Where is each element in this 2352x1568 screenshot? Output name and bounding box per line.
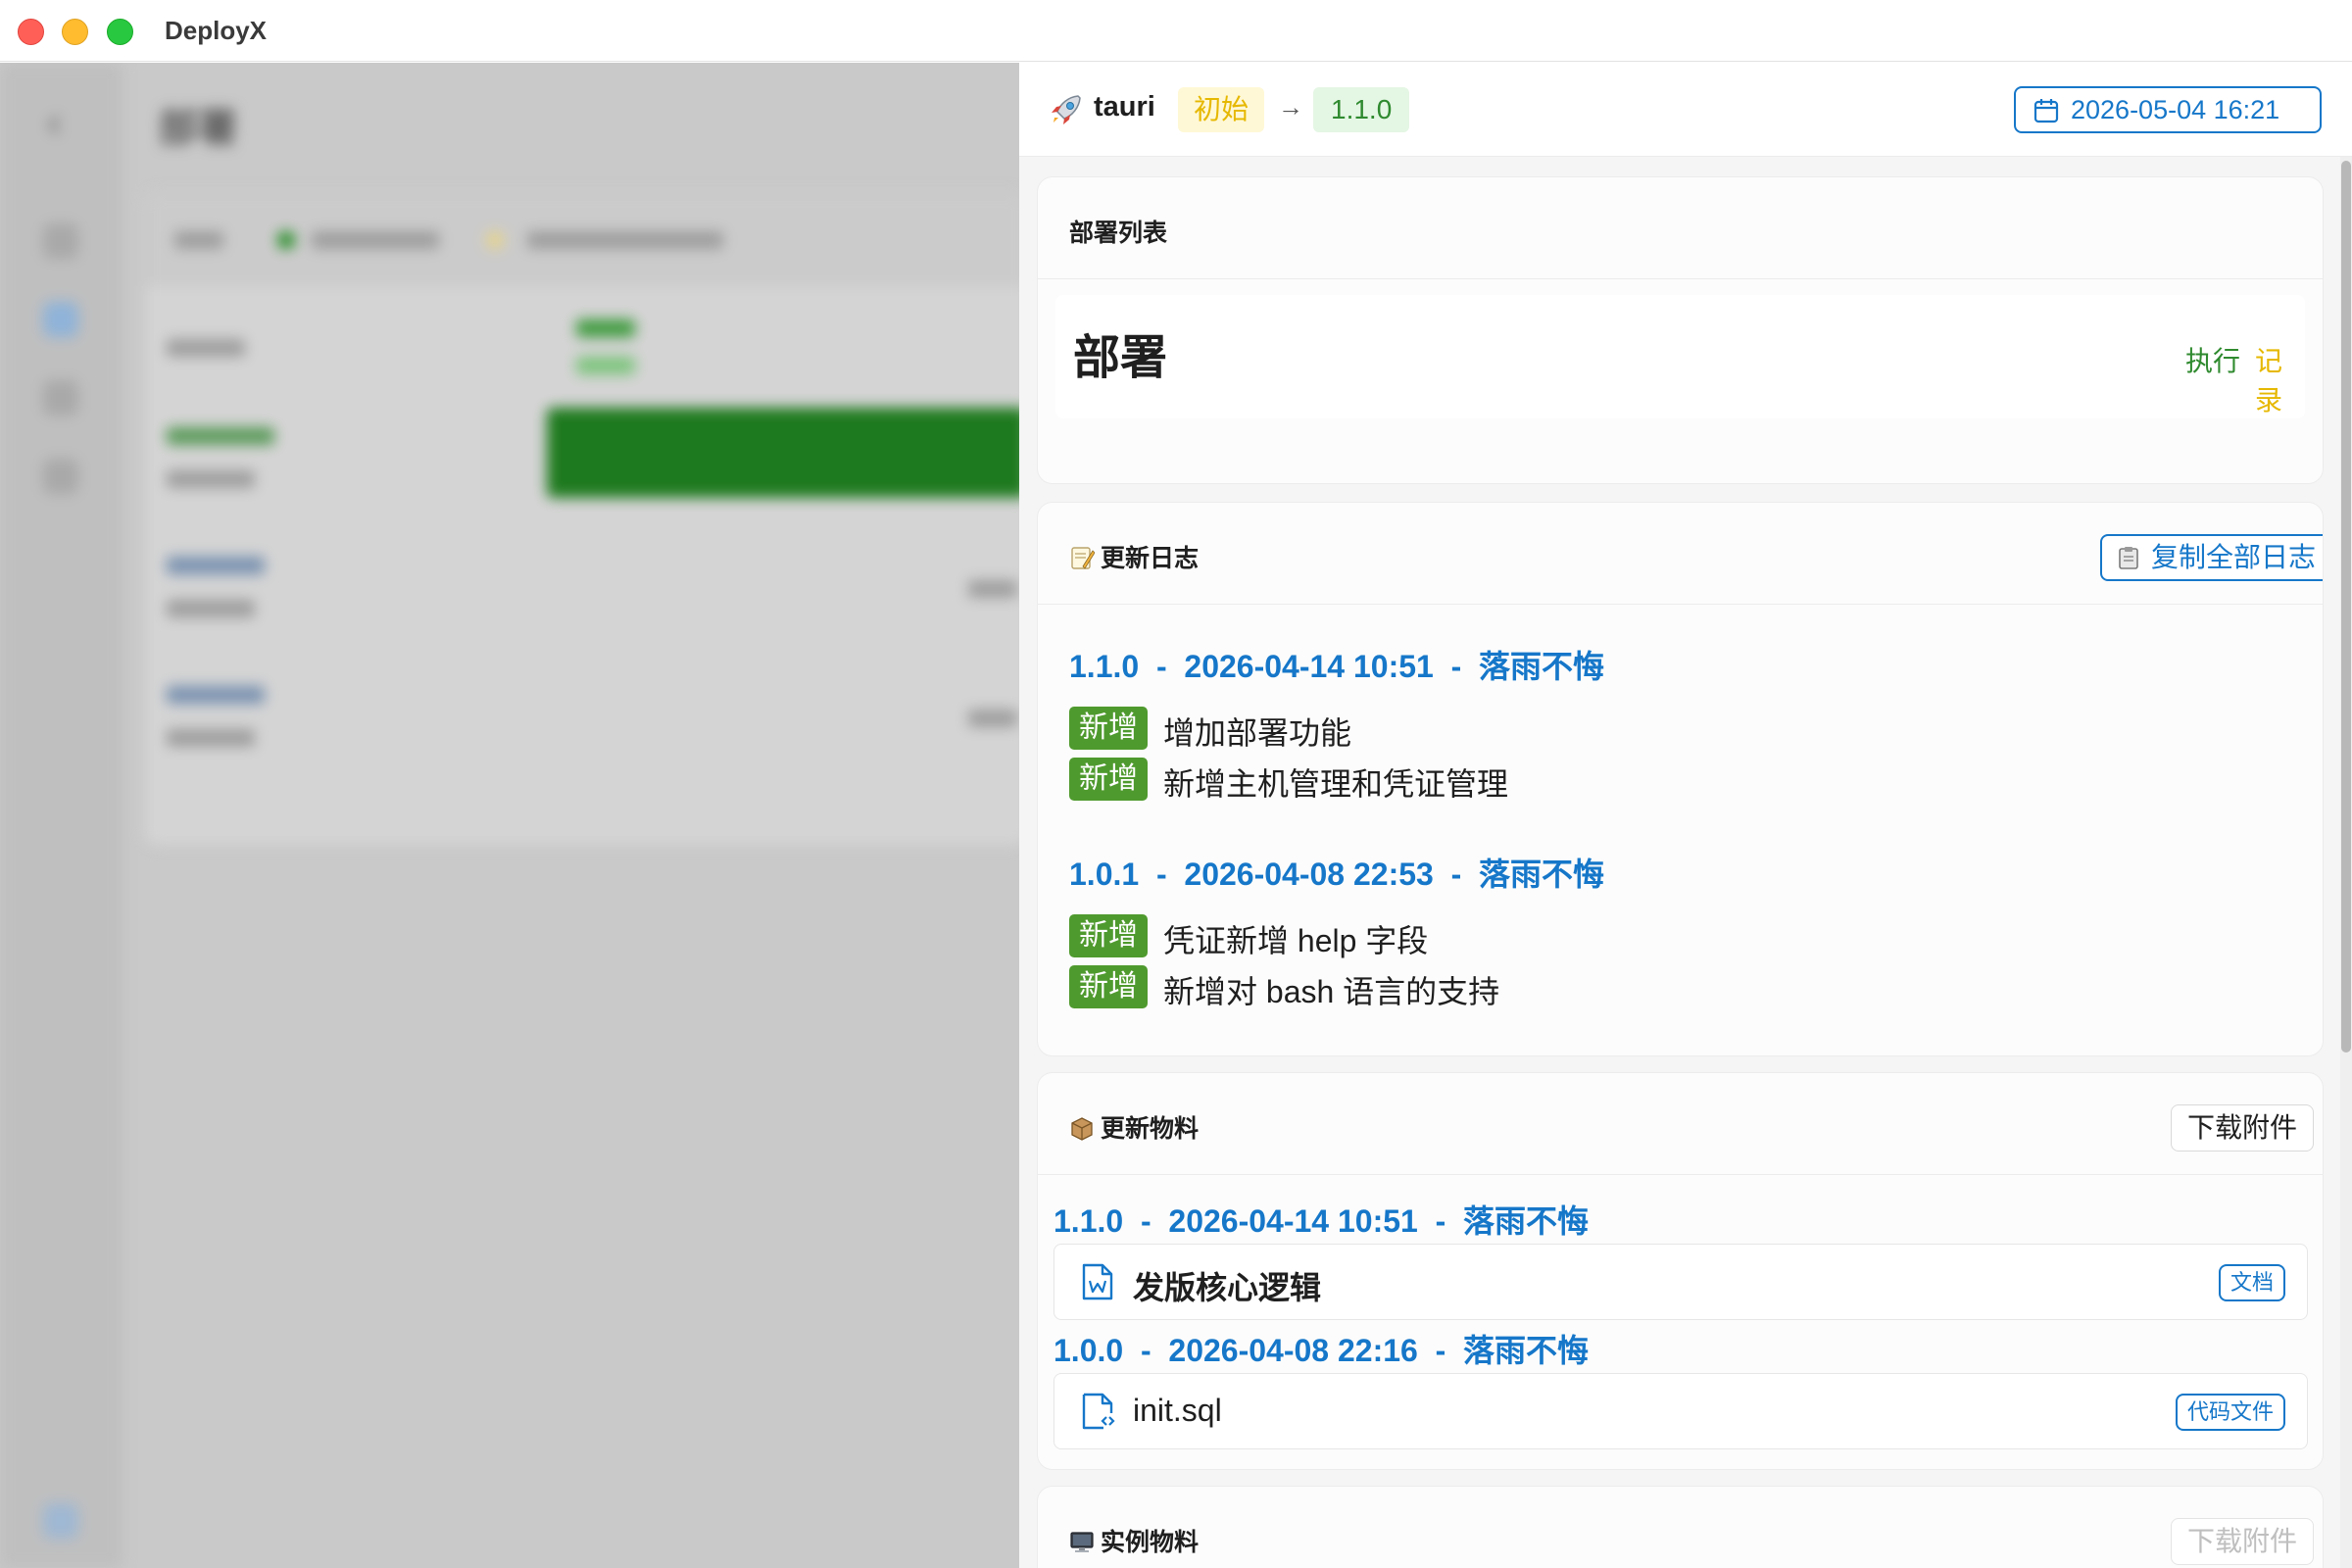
- from-version-tag: 初始: [1178, 87, 1265, 132]
- card-header: 部署列表: [1038, 177, 2323, 279]
- file-type-tag: 文档: [2219, 1264, 2286, 1301]
- material-file-name: 发版核心逻辑: [1133, 1270, 1322, 1305]
- bg-status-dot: [277, 231, 295, 249]
- changelog-entry-text: 凭证新增 help 字段: [1163, 923, 1429, 958]
- card-header: 更新物料 下载附件: [1038, 1073, 2323, 1175]
- card-title: 更新日志: [1069, 539, 1199, 574]
- bg-text-line: [968, 580, 1017, 598]
- changelog-card: 更新日志 复制全部日志 1.1.0 - 2026-04-14 10:51 - 落…: [1037, 502, 2324, 1056]
- background-card: [145, 192, 1019, 845]
- back-icon: ‹: [47, 98, 62, 146]
- scrollbar-thumb[interactable]: [2341, 161, 2351, 1053]
- bg-text-line: [527, 231, 723, 249]
- new-badge: 新增: [1069, 914, 1148, 957]
- deploy-heading: 部署: [1073, 332, 1168, 384]
- bg-text-line: [167, 686, 265, 704]
- to-version-tag: 1.1.0: [1313, 87, 1410, 132]
- execute-link[interactable]: 执行: [2185, 340, 2240, 379]
- material-version-header: 1.1.0 - 2026-04-14 10:51 - 落雨不悔: [1054, 1203, 1590, 1239]
- calendar-icon: [2034, 99, 2059, 123]
- app-title: DeployX: [165, 16, 268, 45]
- instance-materials-card: 实例物料 下载附件: [1037, 1486, 2324, 1568]
- changelog-entry-text: 新增主机管理和凭证管理: [1163, 766, 1509, 802]
- release-drawer: tauri 初始 → 1.1.0 2026-05-04 16:21 部署列表 部…: [1019, 63, 2352, 1568]
- memo-icon: [1071, 547, 1095, 569]
- branch-icon: [43, 380, 78, 416]
- copy-all-logs-button[interactable]: 复制全部日志: [2100, 534, 2323, 581]
- bg-progress-bar: [547, 408, 1019, 498]
- background-blur: ‹ 部署: [0, 63, 1019, 1568]
- rocket-icon: [1052, 95, 1081, 124]
- update-materials-card: 更新物料 下载附件 1.1.0 - 2026-04-14 10:51 - 落雨不…: [1037, 1072, 2324, 1470]
- changelog-entry-text: 新增对 bash 语言的支持: [1163, 974, 1500, 1009]
- card-title: 部署列表: [1069, 220, 1168, 247]
- bg-text-line: [167, 339, 245, 357]
- title-bar: DeployX: [0, 0, 2352, 62]
- word-doc-icon: [1082, 1263, 1113, 1300]
- card-header: 更新日志 复制全部日志: [1038, 503, 2323, 605]
- date-button[interactable]: 2026-05-04 16:21: [2014, 86, 2322, 133]
- date-label: 2026-05-04 16:21: [2071, 95, 2280, 124]
- deploy-icon: [43, 302, 78, 337]
- code-file-icon: [1082, 1393, 1115, 1430]
- project-name: tauri: [1094, 91, 1155, 122]
- bg-text-line: [167, 729, 255, 747]
- drawer-header: tauri 初始 → 1.1.0 2026-05-04 16:21: [1019, 63, 2352, 157]
- minimize-window-button[interactable]: [62, 19, 88, 45]
- changelog-version-header: 1.0.1 - 2026-04-08 22:53 - 落雨不悔: [1069, 857, 1605, 892]
- material-file-row[interactable]: init.sql 代码文件: [1054, 1373, 2308, 1449]
- deploy-list-card: 部署列表 部署 执行 记录: [1037, 176, 2324, 484]
- new-badge: 新增: [1069, 707, 1148, 750]
- background-sidebar: [0, 63, 122, 1568]
- new-badge: 新增: [1069, 758, 1148, 801]
- card-title-text: 更新物料: [1101, 1115, 1200, 1143]
- material-file-row[interactable]: 发版核心逻辑 文档: [1054, 1244, 2308, 1320]
- changelog-entry-text: 增加部署功能: [1163, 715, 1352, 751]
- download-attachments-button-disabled[interactable]: 下载附件: [2171, 1518, 2315, 1565]
- file-type-tag: 代码文件: [2176, 1394, 2286, 1431]
- close-window-button[interactable]: [18, 19, 44, 45]
- material-file-name: init.sql: [1133, 1393, 1222, 1428]
- package-icon: [1071, 1117, 1093, 1141]
- card-header: 实例物料 下载附件: [1038, 1487, 2323, 1568]
- bg-text-line: [576, 357, 635, 374]
- bg-text-line: [174, 231, 223, 249]
- bg-text-line: [167, 557, 265, 574]
- card-title: 实例物料: [1069, 1523, 1199, 1558]
- download-attachments-button[interactable]: 下载附件: [2171, 1104, 2315, 1152]
- material-version-header: 1.0.0 - 2026-04-08 22:16 - 落雨不悔: [1054, 1333, 1590, 1368]
- clipboard-icon: [2119, 547, 2138, 569]
- changelog-version-header: 1.1.0 - 2026-04-14 10:51 - 落雨不悔: [1069, 649, 1605, 684]
- maximize-window-button[interactable]: [107, 19, 133, 45]
- user-icon: [43, 1503, 78, 1539]
- bg-text-line: [968, 710, 1017, 727]
- bg-text-line: [167, 470, 255, 488]
- home-icon: [43, 223, 78, 259]
- bg-text-line: [167, 427, 274, 445]
- card-title: 更新物料: [1069, 1109, 1199, 1145]
- bg-text-line: [576, 319, 635, 337]
- bg-text-line: [167, 600, 255, 617]
- background-page-title: 部署: [159, 107, 237, 150]
- card-title-text: 实例物料: [1101, 1529, 1200, 1556]
- copy-all-logs-label: 复制全部日志: [2151, 542, 2317, 572]
- deploy-row: 部署 执行 记录: [1055, 295, 2305, 418]
- bg-text-line: [312, 231, 439, 249]
- background-card-header: [145, 192, 1019, 286]
- arrow-right-icon: →: [1278, 92, 1303, 122]
- record-link[interactable]: 记录: [2255, 340, 2305, 418]
- background-page-overlay[interactable]: ‹ 部署: [0, 63, 1019, 1568]
- bg-status-dot: [486, 231, 504, 249]
- card-title-text: 更新日志: [1101, 545, 1200, 572]
- new-badge: 新增: [1069, 965, 1148, 1008]
- desktop-computer-icon: [1070, 1532, 1094, 1552]
- settings-icon: [43, 459, 78, 494]
